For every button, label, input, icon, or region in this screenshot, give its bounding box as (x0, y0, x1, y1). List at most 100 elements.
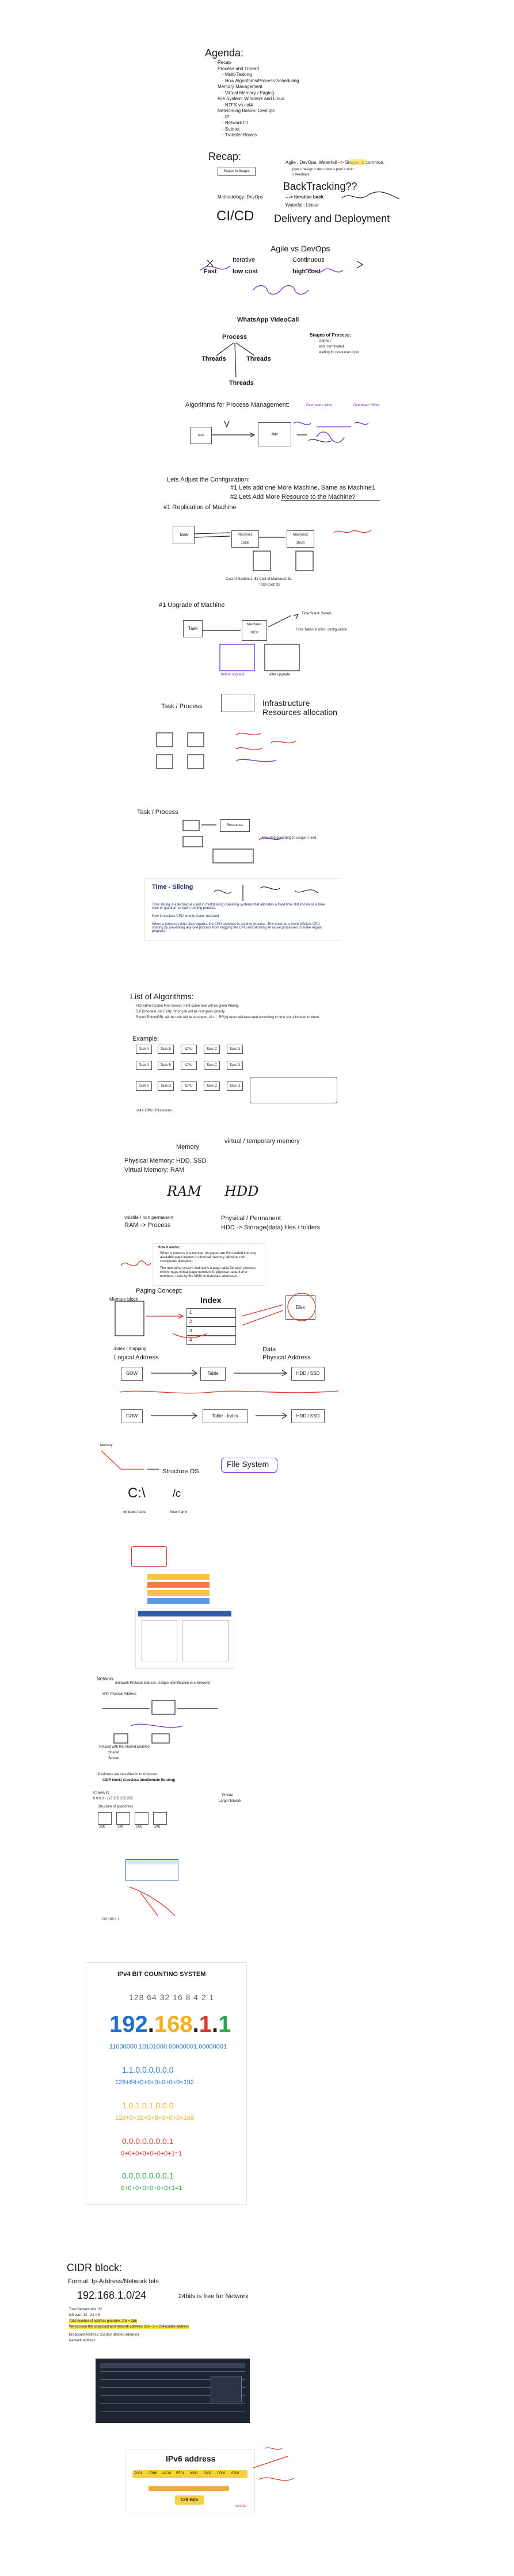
config-line2: #2 Lets Add More Resource to the Machine… (230, 494, 356, 500)
whatsapp-stages-title: Stages of Process: (310, 332, 352, 338)
ipv4-row1-sum: 128+64+0+0+0+0+0+0=192 (115, 2079, 195, 2086)
sender-label: Sender (108, 1757, 120, 1760)
units-label: units: CPU / Resources (136, 1109, 172, 1113)
ipv4-dot: . (212, 2012, 219, 2037)
task-process-box (221, 694, 254, 712)
agenda-title: Agenda: (205, 47, 244, 59)
ipv6-group: AC10 (162, 2472, 172, 2475)
octet-value: 255 (117, 1826, 124, 1829)
cidr-example: 192.168.1.0/24 (77, 2290, 147, 2301)
agenda-item: - How Algorithms/Process Scheduling (222, 78, 299, 83)
hdd-storage: HDD -> Storage(data) files / folders (221, 1224, 321, 1231)
underline (281, 500, 380, 501)
ipv4-row3-sum: 0+0+0+0+0+0+0+1=1 (121, 2150, 182, 2157)
agenda-item: - Transfer Basics (222, 132, 257, 137)
proc-box: Task D (227, 1081, 243, 1091)
agenda-item: Networking Basics: DevOps (218, 108, 275, 113)
proc-box: Task A (136, 1081, 152, 1091)
allocation-sketch (182, 820, 283, 863)
ipv6-group: FE01 (176, 2472, 185, 2475)
ip-classes: IP Address are classified in to 4 classe… (97, 1773, 158, 1776)
agenda-item: - Subnet (222, 126, 240, 132)
octet-box (116, 1812, 130, 1825)
recap-agile-line: Agile , DevOps, Waterfall --> Stages in … (285, 160, 384, 165)
proc-box: Task C (204, 1045, 220, 1054)
octet-box (153, 1812, 167, 1825)
stage-item: started / (319, 339, 332, 343)
ipv6-group: 0000 (218, 2472, 226, 2475)
ip-structure: Structure of Ip Address (98, 1805, 134, 1809)
shared-label: Shared (108, 1751, 120, 1755)
agile-devops-title: Agile vs DevOps (271, 244, 330, 253)
red-scribble (120, 1260, 151, 1267)
octet-value: 255 (136, 1826, 142, 1829)
linux-frame: linux frame (170, 1511, 188, 1514)
resources-allocation: Resources allocation (262, 708, 337, 717)
recap-cicd: CI/CD (216, 208, 254, 224)
replication-title: #1 Replication of Machine (163, 504, 237, 511)
agenda-item: Process and Thread (218, 66, 259, 71)
paging-info-card: How it works: When a process is executed… (153, 1244, 265, 1285)
ram-hand: RAM (167, 1183, 201, 1199)
ipv6-group: 0000 (231, 2472, 239, 2475)
octet-value: 255 (154, 1826, 161, 1829)
cidr-line: CIDR block( Classless InterDomain Routin… (102, 1779, 176, 1782)
ipv4-row1: 1.1.0.0.0.0.0.0 (122, 2065, 174, 2074)
time-slicing-card: Time - Slicing Time slicing is a techniq… (145, 879, 341, 940)
proc-box: Task C (204, 1061, 220, 1070)
agenda-item: Recap (218, 60, 231, 65)
proc-box: CPU (181, 1045, 197, 1054)
config-title: Lets Adjust the Configuration: (167, 476, 250, 483)
algorithm-item: FCFS(First Come First Serve): First come… (136, 1004, 239, 1008)
structure-os: Structure OS (162, 1468, 199, 1475)
handwritten-scribble (341, 191, 400, 200)
virtual-memory-title: virtual / temporary memory (224, 1138, 300, 1145)
ipv4-row2-sum: 128+0+32+0+8+0+0+0=168 (115, 2115, 195, 2122)
ipv6-group: 2001 (135, 2472, 143, 2475)
process-tree-lines (216, 342, 255, 378)
red-scribble (253, 2447, 294, 2481)
time-slicing-para1: Time slicing is a technique used in mult… (152, 903, 325, 910)
agenda-list: Recap Process and Thread - Multi-Tasking… (218, 60, 299, 139)
octet-box (98, 1812, 112, 1825)
large-network: Large Network (219, 1799, 242, 1803)
ipv6-group: 0DB8 (149, 2472, 158, 2475)
ipv6-card: IPv6 address 2001 0DB8 AC10 FE01 0000 00… (125, 2449, 254, 2513)
octet-value: 255 (99, 1826, 105, 1829)
ipv4-dot: . (147, 2012, 154, 2037)
colored-stack-diagram (147, 1574, 210, 1604)
proc-box: Task B (158, 1061, 174, 1070)
agenda-item: - NTFS vs ext4 (222, 102, 253, 108)
algorithm-item: Round Robin(RR): All the task will be ar… (136, 1016, 320, 1019)
ipv6-footer: mutotal (235, 2505, 246, 2508)
proc-box: Task A (136, 1061, 152, 1070)
ipv4-row4-sum: 0+0+0+0+0+0+0+1=1 (121, 2185, 182, 2192)
cidr-title: CIDR block: (67, 2262, 123, 2273)
physical-permanent: Physical / Permanent (221, 1215, 281, 1222)
agile-devops-sketch (200, 259, 364, 295)
proc-box: Task B (158, 1081, 174, 1091)
agenda-item: - Multi-Tasking (222, 72, 252, 77)
diagram-card (136, 1608, 234, 1668)
agenda-item: - Virtual Memory / Paging (222, 90, 275, 95)
virtual-memory: Virtual Memory: RAM (124, 1167, 185, 1174)
stage-item: waiting for resources input (319, 351, 360, 354)
overhead-right: Overhead / Work (353, 404, 380, 407)
cidr-line: We exclude the broadcast and network add… (69, 2325, 189, 2329)
class-a: Class A: (93, 1790, 111, 1795)
class-a-range: 0.0.0.0 - 127.255.255.255 (93, 1797, 133, 1801)
agenda-item: - IP (222, 114, 230, 120)
list-algorithms-title: List of Algorithms: (130, 992, 194, 1001)
ipv6-bar (149, 2486, 229, 2491)
c-drive: C:\ (128, 1485, 146, 1501)
recap-stages-box: Stages in Stages (218, 167, 256, 176)
proc-box: Task A (136, 1045, 152, 1054)
mapping-arrows (119, 1370, 339, 1419)
file-system: File System (227, 1459, 269, 1469)
network-mini-diagram (125, 1859, 178, 1881)
ipv6-title: IPv6 address (166, 2454, 216, 2463)
resource-allocation-sketch (156, 732, 296, 769)
ipv4-title: IPv4 BIT COUNTING SYSTEM (117, 1971, 206, 1978)
recap-waterfall: Waterfall: Linear (285, 202, 319, 208)
recap-stages-line: plan > design > dev > test > prod > mon (292, 168, 354, 171)
